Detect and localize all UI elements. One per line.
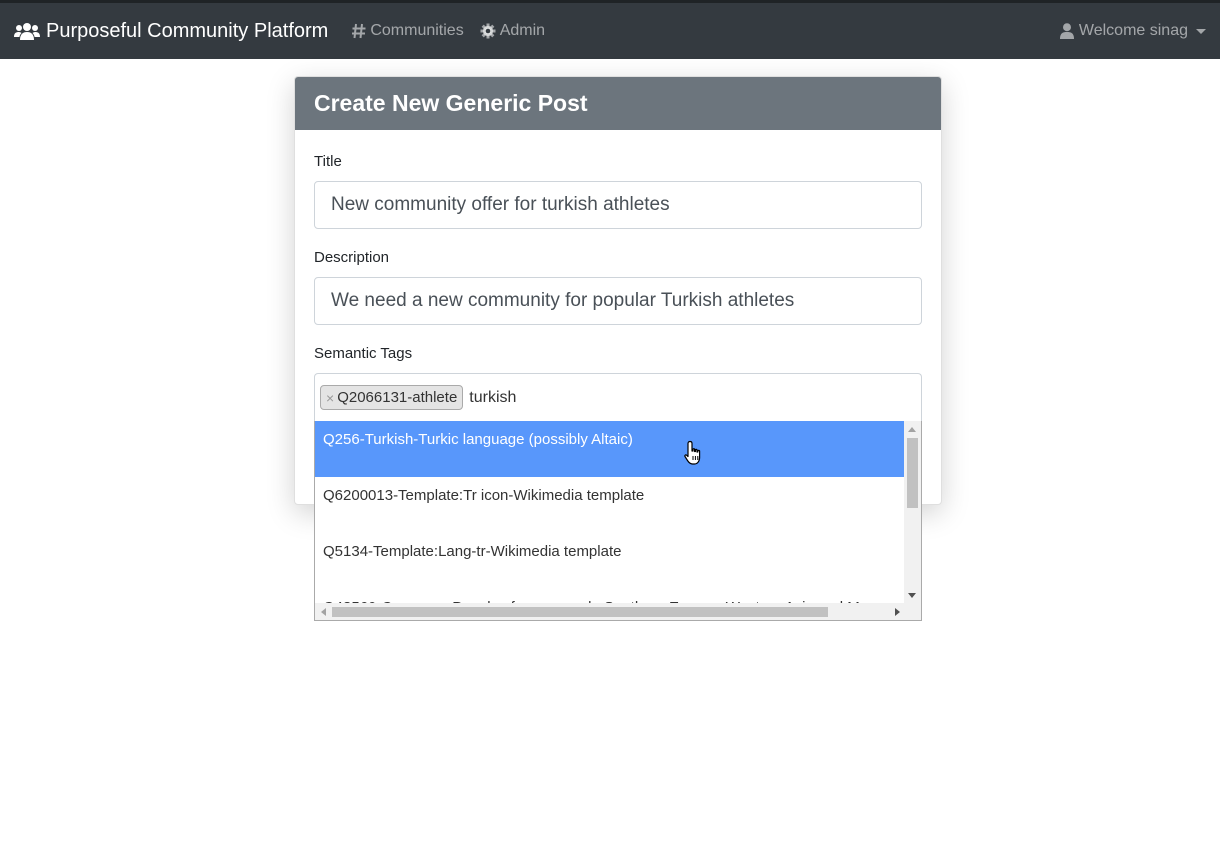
tag-chip-label: Q2066131-athlete xyxy=(337,389,458,406)
suggestion-option[interactable]: Q256-Turkish-Turkic language (possibly A… xyxy=(315,421,905,477)
hand-pointer-icon xyxy=(684,440,701,465)
user-welcome-label: Welcome sinag xyxy=(1078,22,1188,39)
vertical-scrollbar[interactable] xyxy=(904,421,921,604)
brand-link[interactable]: Purposeful Community Platform xyxy=(14,20,328,43)
scroll-down-icon[interactable] xyxy=(908,593,916,598)
brand-title: Purposeful Community Platform xyxy=(46,19,329,42)
card-title: Create New Generic Post xyxy=(295,77,941,130)
semantic-tags-input[interactable]: × Q2066131-athlete turkish xyxy=(314,373,922,421)
description-input[interactable]: We need a new community for popular Turk… xyxy=(314,277,922,325)
users-icon xyxy=(14,23,40,40)
nav-communities[interactable]: Communities xyxy=(352,22,464,40)
scroll-right-icon[interactable] xyxy=(895,608,900,616)
description-input-value: We need a new community for popular Turk… xyxy=(331,290,795,311)
user-menu-toggle[interactable]: Welcome sinag xyxy=(1059,22,1206,40)
suggestion-option[interactable]: Q6200013-Template:Tr icon-Wikimedia temp… xyxy=(315,477,905,533)
scroll-left-icon[interactable] xyxy=(321,608,326,616)
gear-icon xyxy=(480,23,496,39)
scroll-up-icon[interactable] xyxy=(908,427,916,432)
user-icon xyxy=(1059,23,1074,39)
tag-search-field[interactable]: turkish xyxy=(469,389,516,407)
horizontal-scroll-thumb[interactable] xyxy=(332,607,828,617)
nav-admin[interactable]: Admin xyxy=(480,22,545,40)
suggestion-option[interactable]: Q5134-Template:Lang-tr-Wikimedia templat… xyxy=(315,533,905,589)
nav-admin-label: Admin xyxy=(499,22,546,39)
tag-suggestions-dropdown[interactable]: Q256-Turkish-Turkic language (possibly A… xyxy=(314,421,922,621)
tag-chip: × Q2066131-athlete xyxy=(320,385,464,410)
hashtag-icon xyxy=(352,23,366,39)
title-input[interactable]: New community offer for turkish athletes xyxy=(314,181,922,229)
vertical-scroll-thumb[interactable] xyxy=(907,438,918,508)
description-label: Description xyxy=(314,249,390,266)
nav-communities-label: Communities xyxy=(370,22,464,39)
top-navbar: Purposeful Community Platform Communitie… xyxy=(0,0,1220,59)
title-input-value: New community offer for turkish athletes xyxy=(331,194,670,215)
chevron-down-icon xyxy=(1196,28,1206,34)
title-label: Title xyxy=(314,153,342,170)
semantic-tags-label: Semantic Tags xyxy=(314,345,413,362)
horizontal-scrollbar[interactable] xyxy=(315,603,921,620)
remove-tag-icon[interactable]: × xyxy=(326,390,334,406)
